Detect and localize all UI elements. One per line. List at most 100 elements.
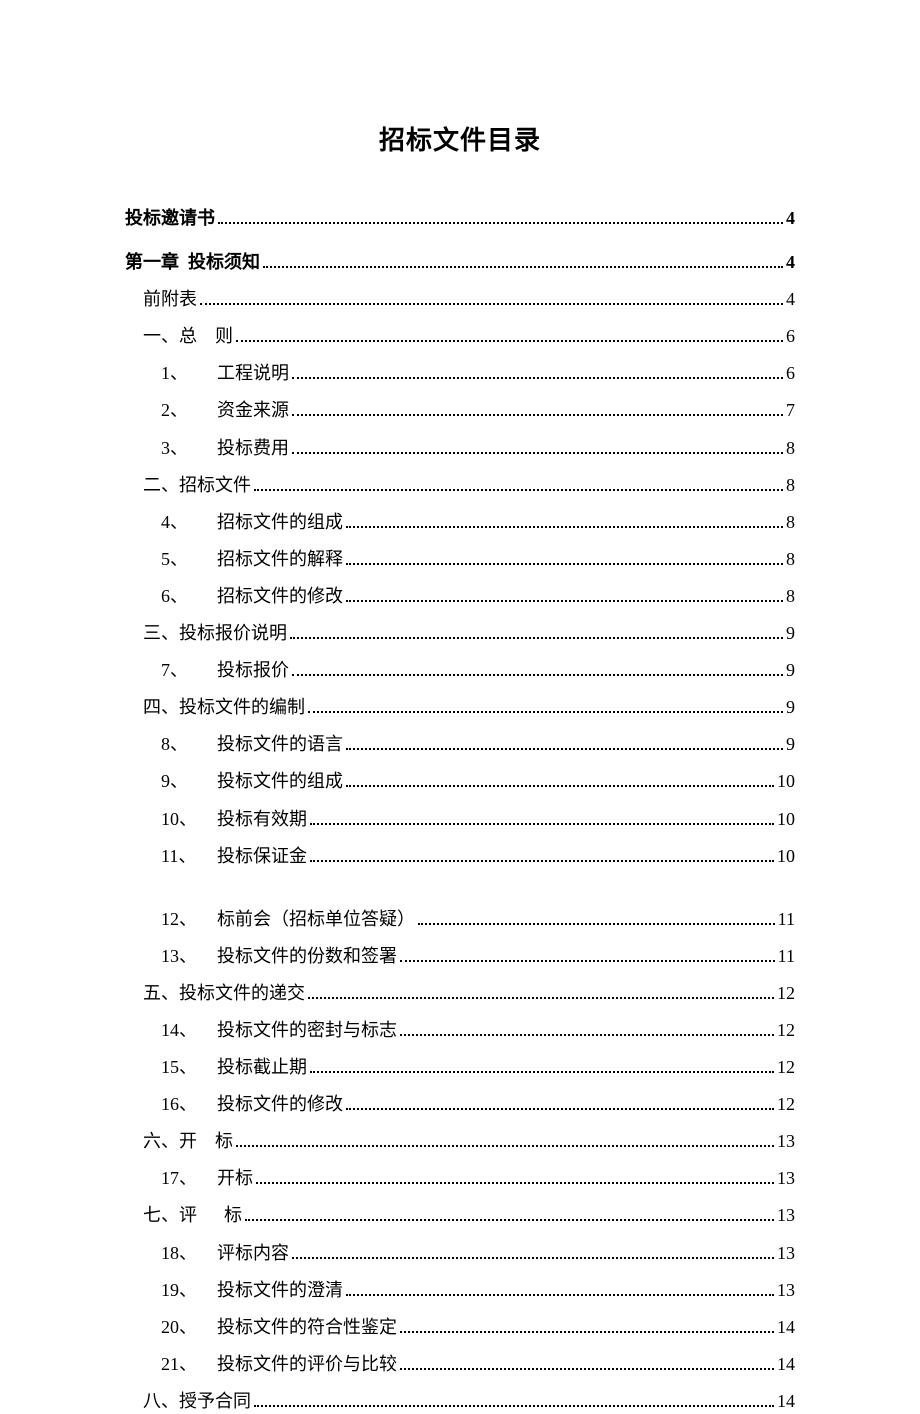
toc-leader-dots [200,303,783,305]
toc-entry-number: 19、 [161,1277,217,1303]
toc-entry-number: 18、 [161,1240,217,1266]
toc-entry-page: 9 [786,620,795,646]
toc-entry-page: 8 [786,435,795,461]
toc-leader-dots [263,266,783,268]
toc-entry-label: 20、投标文件的符合性鉴定 [161,1314,397,1340]
toc-entry: 12、标前会（招标单位答疑）11 [125,906,795,932]
toc-entry-page: 8 [786,472,795,498]
toc-entry: 9、投标文件的组成10 [125,768,795,794]
toc-entry-label: 3、投标费用 [161,435,289,461]
toc-entry-label: 二、招标文件 [143,472,251,498]
toc-leader-dots [254,489,783,491]
toc-entry-label: 4、招标文件的组成 [161,509,343,535]
toc-entry: 5、招标文件的解释8 [125,546,795,572]
toc-entry-number: 6、 [161,583,217,609]
toc-entry-label: 四、投标文件的编制 [143,694,305,720]
toc-entry: 六、开 标 13 [125,1128,795,1154]
toc-entry-page: 10 [777,843,795,869]
toc-entry-number: 17、 [161,1165,217,1191]
toc-entry-label: 五、投标文件的递交 [143,980,305,1006]
toc-entry-label: 1、工程说明 [161,360,289,386]
toc-leader-dots [346,1108,774,1110]
toc-leader-dots [292,674,783,676]
document-title: 招标文件目录 [125,120,795,157]
toc-entry-label: 17、开标 [161,1165,253,1191]
toc-entry-page: 8 [786,509,795,535]
toc-entry-page: 10 [777,768,795,794]
toc-leader-dots [418,923,775,925]
toc-leader-dots [236,1145,774,1147]
toc-entry-label: 14、投标文件的密封与标志 [161,1017,397,1043]
toc-entry-page: 12 [777,1017,795,1043]
toc-entry: 6、招标文件的修改8 [125,583,795,609]
toc-entry-label: 第一章 投标须知 [125,249,260,275]
toc-leader-dots [346,526,783,528]
toc-entry: 15、投标截止期 12 [125,1054,795,1080]
toc-leader-dots [245,1219,774,1221]
toc-entry: 八、授予合同14 [125,1388,795,1414]
toc-entry: 2、资金来源 7 [125,397,795,423]
toc-entry-label: 16、投标文件的修改 [161,1091,343,1117]
toc-entry-page: 7 [786,397,795,423]
toc-entry: 10、投标有效期10 [125,806,795,832]
toc-leader-dots [400,1034,774,1036]
toc-entry: 3、投标费用 8 [125,435,795,461]
toc-leader-dots [346,748,783,750]
toc-entry-page: 14 [777,1351,795,1377]
toc-entry: 13、投标文件的份数和签署11 [125,943,795,969]
toc-entry: 18、评标内容13 [125,1240,795,1266]
toc-entry-page: 14 [777,1314,795,1340]
toc-entry-label: 一、总 则 [143,323,233,349]
toc-entry-label: 13、投标文件的份数和签署 [161,943,397,969]
toc-entry-number: 2、 [161,397,217,423]
toc-entry: 前附表 4 [125,286,795,312]
toc-entry-page: 6 [786,360,795,386]
toc-entry-label: 19、投标文件的澄清 [161,1277,343,1303]
toc-entry-label: 六、开 标 [143,1128,233,1154]
toc-entry-label: 11、投标保证金 [161,843,307,869]
toc-leader-dots [236,340,783,342]
toc-entry-label: 2、资金来源 [161,397,289,423]
toc-entry-label: 15、投标截止期 [161,1054,307,1080]
toc-leader-dots [256,1182,774,1184]
toc-entry-number: 8、 [161,731,217,757]
toc-entry-page: 6 [786,323,795,349]
toc-leader-dots [308,997,774,999]
toc-leader-dots [292,377,783,379]
toc-entry-page: 9 [786,731,795,757]
toc-entry-label: 18、评标内容 [161,1240,289,1266]
toc-entry: 16、投标文件的修改 12 [125,1091,795,1117]
toc-entry-page: 13 [777,1128,795,1154]
toc-entry-label: 前附表 [143,286,197,312]
toc-entry-label: 三、投标报价说明 [143,620,287,646]
toc-entry: 14、投标文件的密封与标志 12 [125,1017,795,1043]
toc-entry-label: 投标邀请书 [125,205,215,231]
toc-entry-number: 12、 [161,906,217,932]
toc-entry-page: 13 [777,1277,795,1303]
toc-entry: 4、招标文件的组成 8 [125,509,795,535]
toc-entry-number: 13、 [161,943,217,969]
toc-leader-dots [310,860,774,862]
toc-entry: 17、开标13 [125,1165,795,1191]
toc-leader-dots [308,711,783,713]
toc-leader-dots [346,1294,774,1296]
toc-leader-dots [346,563,783,565]
toc-entry-number: 3、 [161,435,217,461]
toc-leader-dots [310,1071,774,1073]
toc-entry-page: 4 [786,286,795,312]
toc-entry-label: 6、招标文件的修改 [161,583,343,609]
toc-entry-page: 12 [777,1091,795,1117]
toc-entry-label: 7、投标报价 [161,657,289,683]
toc-entry: 七、评 标13 [125,1202,795,1228]
toc-entry-number: 1、 [161,360,217,386]
toc-entry: 第一章 投标须知4 [125,249,795,275]
toc-entry-label: 5、招标文件的解释 [161,546,343,572]
toc-entry: 11、投标保证金 10 [125,843,795,869]
toc-leader-dots [400,1331,774,1333]
toc-leader-dots [346,600,783,602]
toc-entry-number: 11、 [161,843,217,869]
toc-entry-page: 14 [777,1388,795,1414]
toc-entry-number: 9、 [161,768,217,794]
toc-entry-page: 10 [777,806,795,832]
toc-entry-page: 12 [777,1054,795,1080]
